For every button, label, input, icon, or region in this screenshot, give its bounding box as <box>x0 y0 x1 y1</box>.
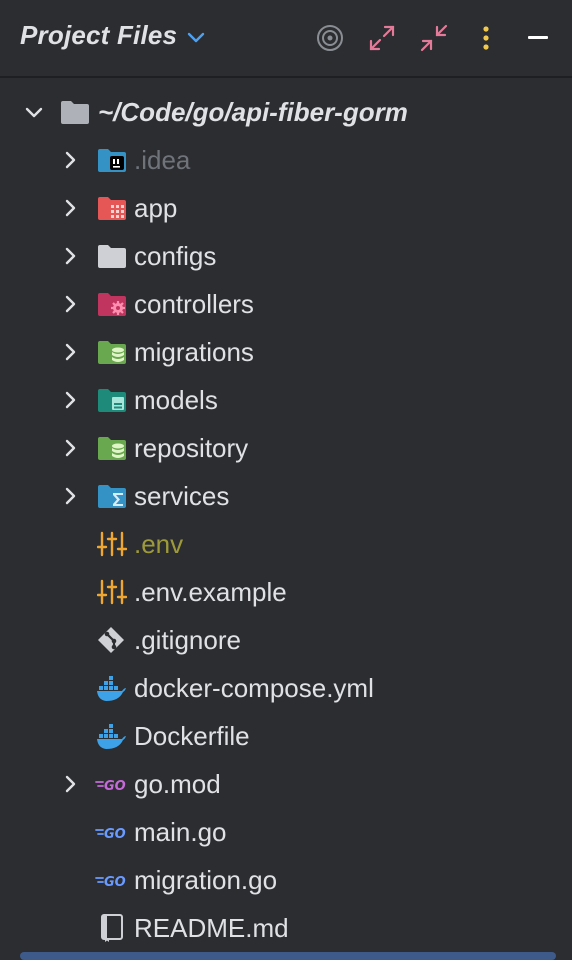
tree-item-label: configs <box>134 241 217 271</box>
tree-item-migrations[interactable]: migrations <box>0 328 572 376</box>
svg-text:GO: GO <box>104 875 126 890</box>
tree-item-docker-compose[interactable]: docker-compose.yml <box>0 664 572 712</box>
database-folder-icon <box>97 434 127 462</box>
tree-item-services[interactable]: services <box>0 472 572 520</box>
tree-item-gitignore[interactable]: .gitignore <box>0 616 572 664</box>
tree-item-env[interactable]: .env <box>0 520 572 568</box>
tree-item-label: controllers <box>134 289 254 319</box>
chevron-right-icon[interactable] <box>60 294 80 314</box>
tree-item-repository[interactable]: repository <box>0 424 572 472</box>
tree-item-label: migration.go <box>134 865 278 895</box>
collapse-all-icon[interactable] <box>417 20 451 56</box>
tree-item-dockerfile[interactable]: Dockerfile <box>0 712 572 760</box>
tree-item-label: models <box>134 385 218 415</box>
tree-item-env-example[interactable]: .env.example <box>0 568 572 616</box>
selection-highlight <box>20 952 556 960</box>
docker-icon <box>97 676 126 701</box>
docker-icon <box>97 724 126 749</box>
tree-item-label: go.mod <box>134 769 221 799</box>
chevron-right-icon[interactable] <box>60 342 80 362</box>
folder-icon <box>60 98 90 126</box>
env-file-icon <box>97 579 127 605</box>
tree-item-readme[interactable]: README.md <box>0 904 572 952</box>
tree-item-label: migrations <box>134 337 254 367</box>
tree-item-migration-go[interactable]: GO migration.go <box>0 856 572 904</box>
chevron-down-icon[interactable] <box>24 102 44 122</box>
panel-header: Project Files <box>0 0 572 78</box>
tree-item-label: .idea <box>134 145 191 175</box>
tree-item-go-mod[interactable]: GO go.mod <box>0 760 572 808</box>
more-options-icon[interactable] <box>469 20 503 56</box>
go-mod-icon: GO <box>95 779 126 794</box>
locate-icon[interactable] <box>313 20 347 56</box>
folder-icon <box>97 242 127 270</box>
chevron-right-icon[interactable] <box>60 150 80 170</box>
go-file-icon: GO <box>95 875 126 890</box>
hide-icon[interactable] <box>521 20 555 56</box>
tree-item-label: ~/Code/go/api-fiber-gorm <box>98 97 408 127</box>
tree-item-label: services <box>134 481 230 511</box>
tree-item-label: main.go <box>134 817 227 847</box>
tree-item-label: docker-compose.yml <box>134 673 374 703</box>
tree-item-configs[interactable]: configs <box>0 232 572 280</box>
tree-item-models[interactable]: models <box>0 376 572 424</box>
idea-folder-icon <box>97 146 127 174</box>
tree-item-label: README.md <box>134 913 289 943</box>
chevron-right-icon[interactable] <box>60 774 80 794</box>
svg-text:GO: GO <box>104 827 126 842</box>
git-icon <box>98 627 124 653</box>
database-folder-icon <box>97 338 127 366</box>
panel-title[interactable]: Project Files <box>20 20 177 51</box>
chevron-right-icon[interactable] <box>60 246 80 266</box>
tree-item-label: .env.example <box>134 577 287 607</box>
expand-all-icon[interactable] <box>365 20 399 56</box>
readme-icon <box>101 914 123 942</box>
chevron-right-icon[interactable] <box>60 390 80 410</box>
tree-item-idea[interactable]: .idea <box>0 136 572 184</box>
chevron-right-icon[interactable] <box>60 198 80 218</box>
tree-item-label: .gitignore <box>134 625 241 655</box>
controllers-folder-icon <box>97 290 127 318</box>
tree-item-root[interactable]: ~/Code/go/api-fiber-gorm <box>0 88 572 136</box>
tree-item-main-go[interactable]: GO main.go <box>0 808 572 856</box>
app-folder-icon <box>97 194 127 222</box>
chevron-right-icon[interactable] <box>60 438 80 458</box>
tree-item-label: repository <box>134 433 249 463</box>
chevron-right-icon[interactable] <box>60 486 80 506</box>
svg-text:GO: GO <box>104 779 126 794</box>
go-file-icon: GO <box>95 827 126 842</box>
chevron-down-icon[interactable] <box>186 30 206 46</box>
tree-item-label: app <box>134 193 178 223</box>
tree-item-label: Dockerfile <box>134 721 250 751</box>
tree-item-app[interactable]: app <box>0 184 572 232</box>
services-folder-icon <box>97 482 127 510</box>
tree-item-controllers[interactable]: controllers <box>0 280 572 328</box>
tree-item-label: .env <box>134 529 184 559</box>
env-file-icon <box>97 531 127 557</box>
models-folder-icon <box>97 386 127 414</box>
